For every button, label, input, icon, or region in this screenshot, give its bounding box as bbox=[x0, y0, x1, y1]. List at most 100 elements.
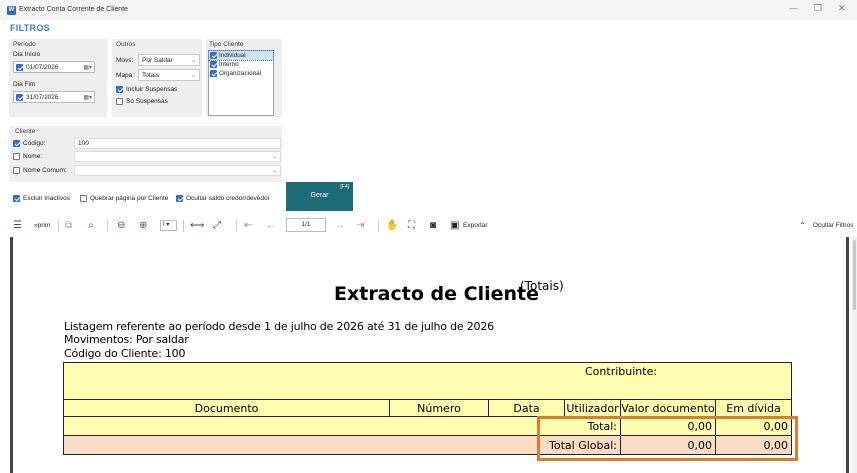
list-item[interactable]: Individual bbox=[208, 50, 274, 61]
list-item[interactable]: Interno bbox=[209, 60, 273, 69]
first-page-icon[interactable]: ⇤ bbox=[244, 219, 252, 233]
fit-page-icon[interactable]: ⤢ bbox=[213, 219, 221, 233]
maximize-icon[interactable]: ❐ bbox=[814, 4, 822, 14]
zoom-out-icon[interactable]: ⊖ bbox=[117, 219, 125, 233]
report-toolbar bbox=[0, 215, 857, 237]
tipo-cliente-list[interactable]: Individual Interno Organizacional bbox=[208, 50, 274, 116]
periodo-label: Período bbox=[13, 41, 36, 48]
gerar-label: Gerar bbox=[310, 192, 329, 199]
search-icon[interactable]: ⌕ bbox=[88, 219, 94, 233]
incluir-suspensas-label: Incluir Suspensas bbox=[126, 86, 178, 93]
calendar-icon[interactable]: ▦▾ bbox=[83, 94, 92, 101]
zoom-in-icon[interactable]: ⊕ bbox=[139, 219, 147, 233]
chevron-up-icon[interactable]: ⌃ bbox=[799, 219, 806, 233]
dia-inicio-checkbox[interactable] bbox=[16, 63, 23, 71]
nome-comum-option[interactable]: Nome Comum: bbox=[13, 167, 67, 174]
column-header: Data bbox=[488, 399, 565, 417]
incluir-suspensas-checkbox[interactable] bbox=[116, 86, 123, 93]
ocultar-saldo-option[interactable]: Ocultar saldo credor/devedor bbox=[176, 195, 270, 202]
hand-tool-icon[interactable]: ✋ bbox=[386, 219, 398, 233]
dia-inicio-label: Dia Início bbox=[13, 51, 41, 58]
next-page-icon[interactable]: → bbox=[335, 219, 345, 233]
report-movements-line: Movimentos: Por saldar bbox=[64, 333, 189, 346]
export-label[interactable]: Exportar bbox=[463, 222, 488, 229]
total-row-spacer bbox=[63, 416, 538, 436]
mapa-select[interactable]: Totais ⌄ bbox=[138, 69, 200, 81]
select-area-icon[interactable]: ⛶ bbox=[408, 219, 415, 233]
fit-width-icon[interactable]: ⟷ bbox=[190, 219, 204, 233]
list-item[interactable]: Organizacional bbox=[209, 69, 273, 78]
contribuinte-header: Contribuinte: bbox=[63, 362, 792, 400]
chevron-down-icon: ⌄ bbox=[271, 168, 277, 174]
nome-checkbox[interactable] bbox=[13, 153, 20, 160]
last-page-icon[interactable]: ⇥ bbox=[356, 219, 364, 233]
nome-select[interactable]: ⌄ bbox=[74, 151, 281, 162]
toolbar-divider bbox=[378, 220, 379, 232]
quebrar-pagina-checkbox[interactable] bbox=[80, 195, 87, 202]
dia-fim-checkbox[interactable] bbox=[16, 93, 23, 101]
report-client-code-line: Código do Cliente: 100 bbox=[64, 347, 186, 360]
hide-filters-label[interactable]: Ocultar Filtros bbox=[813, 222, 853, 229]
column-header: Em dívida bbox=[715, 399, 792, 417]
save-disk-icon[interactable]: ▣ bbox=[450, 219, 459, 233]
excluir-inactivos-option[interactable]: Excluir Inactivos bbox=[13, 195, 70, 202]
tipo-cliente-label: Tipo Cliente bbox=[209, 41, 244, 48]
zoom-value: I bbox=[163, 222, 165, 228]
nome-comum-checkbox[interactable] bbox=[13, 167, 20, 174]
dia-fim-field[interactable]: 31/07/2026 ▦▾ bbox=[13, 91, 95, 103]
toolbar-divider bbox=[183, 220, 184, 232]
list-item-label: Organizacional bbox=[219, 70, 262, 77]
codigo-input[interactable]: 100 bbox=[74, 138, 281, 149]
chevron-down-icon: ⌄ bbox=[190, 72, 196, 79]
quebrar-pagina-option[interactable]: Quebrar página por Cliente bbox=[80, 195, 168, 202]
list-item-checkbox[interactable] bbox=[210, 61, 217, 68]
dia-fim-label: Dia Fim bbox=[13, 81, 36, 88]
list-item-checkbox[interactable] bbox=[210, 52, 217, 59]
ocultar-saldo-checkbox[interactable] bbox=[176, 195, 183, 202]
filters-heading[interactable]: FILTROS bbox=[10, 23, 50, 33]
report-title-suffix: (Totais) bbox=[520, 279, 564, 293]
totals-highlight-box bbox=[537, 416, 798, 461]
gerar-button[interactable]: [F4] Gerar bbox=[286, 182, 353, 211]
movs-select[interactable]: Por Saldar ⌄ bbox=[138, 54, 200, 66]
close-icon[interactable]: ✕ bbox=[838, 4, 846, 14]
calendar-icon[interactable]: ▦▾ bbox=[83, 64, 92, 71]
column-header: Valor documento bbox=[620, 399, 716, 417]
previous-page-icon[interactable]: ← bbox=[266, 219, 276, 233]
minimize-icon[interactable]: — bbox=[789, 4, 798, 14]
page-indicator[interactable]: 1/1 bbox=[286, 218, 326, 232]
column-header: Documento bbox=[63, 399, 390, 417]
gerar-shortcut: [F4] bbox=[340, 184, 349, 190]
print-label[interactable]: »prim bbox=[34, 222, 50, 229]
global-row-spacer bbox=[63, 435, 538, 455]
copy-icon[interactable]: ⧉ bbox=[65, 219, 72, 233]
dia-inicio-value: 01/07/2026 bbox=[26, 63, 59, 71]
contribuinte-label: Contribuinte: bbox=[585, 365, 658, 378]
chevron-down-icon: ⌄ bbox=[271, 154, 277, 160]
dia-inicio-field[interactable]: 01/07/2026 ▦▾ bbox=[13, 61, 95, 73]
mapa-label: Mapa: bbox=[116, 72, 135, 79]
incluir-suspensas-option[interactable]: Incluir Suspensas bbox=[116, 86, 177, 93]
so-suspensas-option[interactable]: Só Suspensas bbox=[116, 98, 168, 105]
codigo-option[interactable]: Código: bbox=[13, 140, 45, 147]
zoom-select[interactable]: I ▾ bbox=[160, 220, 177, 231]
so-suspensas-label: Só Suspensas bbox=[126, 98, 168, 105]
scrollbar-thumb[interactable] bbox=[853, 240, 856, 310]
chevron-down-icon: ⌄ bbox=[190, 57, 196, 64]
report-title: Extracto de Cliente bbox=[334, 283, 539, 305]
toolbar-divider bbox=[236, 220, 237, 232]
codigo-checkbox[interactable] bbox=[13, 140, 20, 147]
excluir-inactivos-checkbox[interactable] bbox=[13, 195, 20, 202]
nome-comum-select[interactable]: ⌄ bbox=[74, 165, 281, 176]
list-item-label: Interno bbox=[219, 61, 239, 68]
list-item-label: Individual bbox=[219, 52, 246, 59]
menu-icon[interactable]: ☰ bbox=[13, 219, 22, 233]
page-edge-left bbox=[10, 237, 13, 473]
camera-icon[interactable]: ◙ bbox=[430, 219, 436, 233]
list-item-checkbox[interactable] bbox=[210, 70, 217, 77]
so-suspensas-checkbox[interactable] bbox=[116, 98, 123, 105]
mapa-value: Totais bbox=[142, 71, 159, 79]
title-bar bbox=[0, 0, 857, 20]
nome-option[interactable]: Nome: bbox=[13, 153, 42, 160]
dia-fim-value: 31/07/2026 bbox=[26, 93, 59, 101]
